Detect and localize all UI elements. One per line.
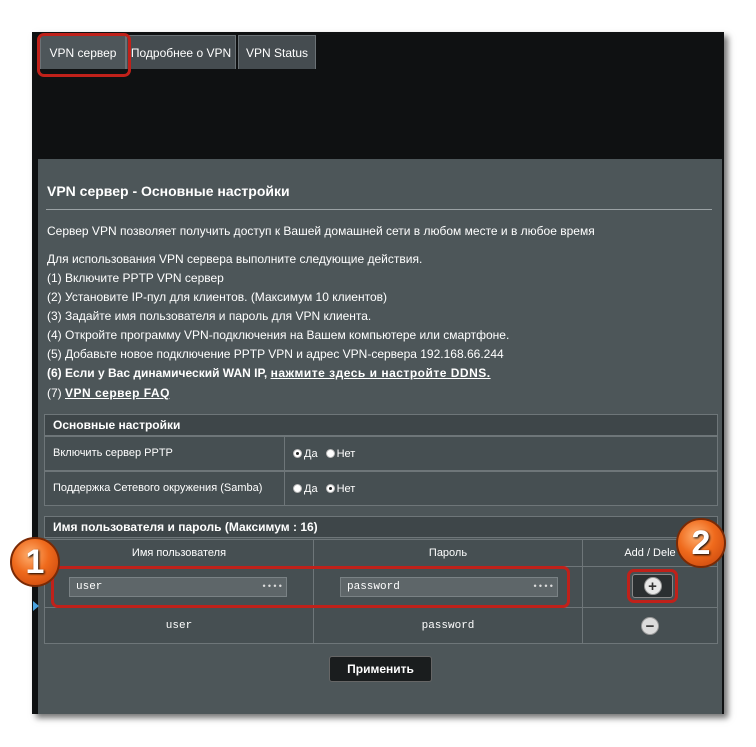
- pptp-no-label: Нет: [336, 447, 356, 460]
- table-row-user: user: [44, 607, 314, 644]
- step-6: (6) Если у Вас динамический WAN IP, нажм…: [47, 366, 491, 380]
- vpn-faq-link[interactable]: VPN сервер FAQ: [65, 386, 170, 400]
- tab-vpn-status[interactable]: VPN Status: [238, 35, 316, 69]
- samba-support-options: Да Нет: [293, 472, 363, 505]
- col-header-username: Имя пользователя: [44, 539, 314, 567]
- table-row-password: password: [313, 607, 583, 644]
- step-6-text: (6) Если у Вас динамический WAN IP,: [47, 366, 271, 380]
- pptp-no-option[interactable]: Нет: [325, 447, 356, 460]
- page-title: VPN сервер - Основные настройки: [47, 183, 290, 199]
- samba-no-radio[interactable]: [325, 484, 335, 493]
- pptp-enable-row: Включить сервер PPTP Да Нет: [44, 436, 718, 471]
- ddns-link[interactable]: нажмите здесь и настройте DDNS.: [271, 366, 491, 380]
- step-5: (5) Добавьте новое подключение PPTP VPN …: [47, 347, 504, 361]
- samba-yes-label: Да: [304, 482, 318, 495]
- step-3: (3) Задайте имя пользователя и пароль дл…: [47, 309, 372, 323]
- tab-vpn-details[interactable]: Подробнее о VPN: [126, 35, 236, 69]
- step-2: (2) Установите IP-пул для клиентов. (Мак…: [47, 290, 388, 304]
- samba-no-label: Нет: [336, 482, 356, 495]
- user-pass-header: Имя пользователя и пароль (Максимум : 16…: [44, 516, 718, 538]
- pptp-enable-label: Включить сервер PPTP: [45, 437, 285, 470]
- pptp-yes-radio[interactable]: [293, 449, 302, 458]
- pptp-yes-option[interactable]: Да: [293, 448, 318, 460]
- add-button-highlight: [627, 569, 678, 603]
- col-header-password: Пароль: [313, 539, 583, 567]
- samba-no-option[interactable]: Нет: [325, 482, 356, 495]
- samba-support-row: Поддержка Сетевого окружения (Samba) Да …: [44, 471, 718, 506]
- row-pointer-icon: [33, 601, 39, 611]
- tab-highlight: [37, 33, 131, 77]
- pptp-yes-label: Да: [304, 447, 318, 460]
- step-badge-2: 2: [676, 518, 726, 568]
- minus-icon[interactable]: −: [641, 616, 659, 635]
- samba-support-label: Поддержка Сетевого окружения (Samba): [45, 472, 285, 505]
- step-badge-1: 1: [10, 537, 60, 587]
- input-row-highlight: [51, 566, 570, 608]
- step-7: (7) VPN сервер FAQ: [47, 386, 170, 400]
- step-7-text: (7): [47, 386, 65, 400]
- instructions-intro: Для использования VPN сервера выполните …: [47, 252, 423, 266]
- apply-button[interactable]: Применить: [329, 656, 432, 682]
- pptp-no-radio[interactable]: [325, 449, 335, 458]
- samba-yes-option[interactable]: Да: [293, 483, 318, 495]
- step-4: (4) Откройте программу VPN-подключения н…: [47, 328, 510, 342]
- basic-settings-header: Основные настройки: [44, 414, 718, 436]
- delete-cell: −: [582, 607, 718, 644]
- pptp-enable-options: Да Нет: [293, 437, 363, 470]
- samba-yes-radio[interactable]: [293, 484, 302, 493]
- step-1: (1) Включите PPTP VPN сервер: [47, 271, 224, 285]
- description: Сервер VPN позволяет получить доступ к В…: [47, 224, 595, 238]
- title-divider: [46, 209, 712, 210]
